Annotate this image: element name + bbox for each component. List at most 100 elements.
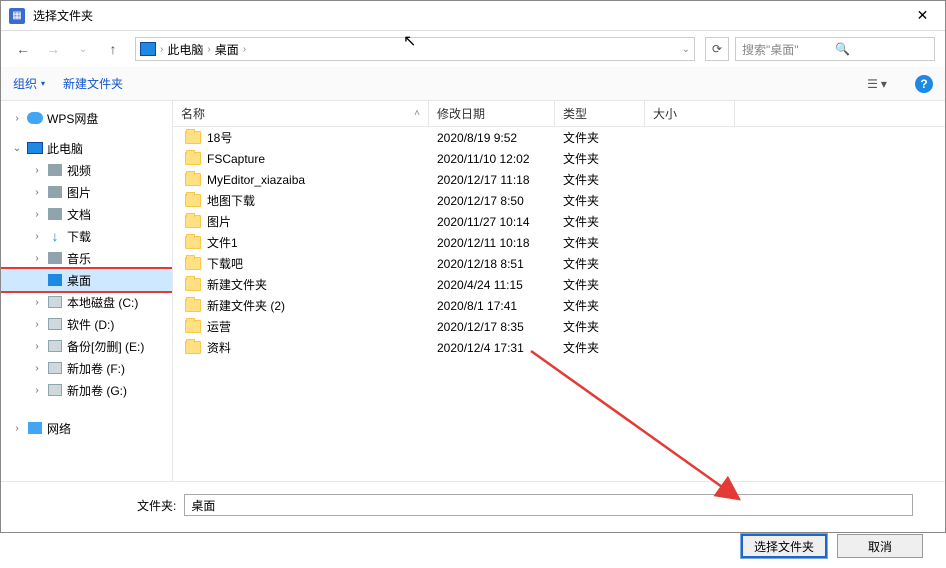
- file-type: 文件夹: [555, 297, 645, 314]
- sidebar-item-3[interactable]: › 图片: [1, 181, 172, 203]
- expander-icon[interactable]: ›: [31, 319, 43, 330]
- tree-icon: [47, 207, 63, 221]
- sidebar-item-2[interactable]: › 视频: [1, 159, 172, 181]
- close-button[interactable]: ✕: [900, 1, 945, 31]
- tree-label: 网络: [47, 420, 71, 437]
- sidebar-item-11[interactable]: › 新加卷 (F:): [1, 357, 172, 379]
- sidebar-item-0[interactable]: › WPS网盘: [1, 107, 172, 129]
- search-input[interactable]: 搜索"桌面" 🔍: [735, 37, 935, 61]
- tree-icon: [47, 295, 63, 309]
- sidebar-item-12[interactable]: ›新加卷 (G:): [1, 379, 172, 401]
- file-date: 2020/11/10 12:02: [429, 152, 555, 166]
- file-date: 2020/12/17 8:50: [429, 194, 555, 208]
- tree-label: 备份[勿删] (E:): [67, 338, 144, 355]
- back-button[interactable]: ←: [11, 37, 35, 61]
- tree-label: WPS网盘: [47, 110, 98, 127]
- search-icon: 🔍: [835, 42, 928, 56]
- forward-button[interactable]: →: [41, 37, 65, 61]
- column-size[interactable]: 大小: [645, 101, 735, 126]
- file-list: 名称 ˄ 修改日期 类型 大小 18号2020/8/19 9:52文件夹FSCa…: [173, 101, 945, 481]
- file-name: 下载吧: [207, 255, 243, 272]
- address-dropdown-icon[interactable]: ⌄: [682, 44, 690, 55]
- sidebar-item-7[interactable]: 桌面: [1, 269, 172, 291]
- up-button[interactable]: ↑: [101, 37, 125, 61]
- chevron-down-icon: ▾: [881, 77, 887, 91]
- select-folder-button[interactable]: 选择文件夹: [741, 534, 827, 558]
- column-name[interactable]: 名称 ˄: [173, 101, 429, 126]
- new-folder-button[interactable]: 新建文件夹: [63, 75, 123, 92]
- folder-icon: [185, 299, 201, 312]
- app-icon: ▦: [9, 8, 25, 24]
- column-date[interactable]: 修改日期: [429, 101, 555, 126]
- folder-name-input[interactable]: [184, 494, 913, 516]
- tree-label: 视频: [67, 162, 91, 179]
- folder-icon: [185, 131, 201, 144]
- file-name: 图片: [207, 213, 231, 230]
- sidebar-item-9[interactable]: ›软件 (D:): [1, 313, 172, 335]
- file-name: 18号: [207, 129, 232, 146]
- file-type: 文件夹: [555, 150, 645, 167]
- tree-icon: [47, 361, 63, 375]
- file-name: 运营: [207, 318, 231, 335]
- expander-icon[interactable]: ›: [31, 297, 43, 308]
- sidebar-item-6[interactable]: ›音乐: [1, 247, 172, 269]
- expander-icon[interactable]: ›: [31, 363, 43, 374]
- expander-icon[interactable]: ›: [11, 423, 23, 434]
- expander-icon[interactable]: ›: [31, 187, 43, 198]
- crumb-2[interactable]: 桌面: [215, 41, 239, 58]
- file-type: 文件夹: [555, 234, 645, 251]
- tree-label: 新加卷 (F:): [67, 360, 125, 377]
- address-bar[interactable]: › 此电脑› 桌面› ⌄: [135, 37, 695, 61]
- help-button[interactable]: ?: [915, 75, 933, 93]
- cancel-button[interactable]: 取消: [837, 534, 923, 558]
- tree-icon: [47, 185, 63, 199]
- file-date: 2020/12/17 8:35: [429, 320, 555, 334]
- table-row[interactable]: 18号2020/8/19 9:52文件夹: [173, 127, 945, 148]
- expander-icon[interactable]: ›: [31, 341, 43, 352]
- file-type: 文件夹: [555, 129, 645, 146]
- table-row[interactable]: MyEditor_xiazaiba2020/12/17 11:18文件夹: [173, 169, 945, 190]
- navigation-tree: › WPS网盘 ⌄此电脑 › 视频 › 图片 ›文档›↓下载›音乐桌面 ›本地磁盘 (C:)›软…: [1, 101, 173, 481]
- expander-icon[interactable]: ›: [31, 385, 43, 396]
- folder-icon: [185, 278, 201, 291]
- sidebar-item-4[interactable]: ›文档: [1, 203, 172, 225]
- table-row[interactable]: FSCapture2020/11/10 12:02文件夹: [173, 148, 945, 169]
- table-row[interactable]: 图片2020/11/27 10:14文件夹: [173, 211, 945, 232]
- expander-icon[interactable]: ›: [31, 231, 43, 242]
- table-row[interactable]: 新建文件夹 (2)2020/8/1 17:41文件夹: [173, 295, 945, 316]
- tree-icon: [27, 421, 43, 435]
- table-row[interactable]: 运营 2020/12/17 8:35文件夹: [173, 316, 945, 337]
- table-row[interactable]: 新建文件夹2020/4/24 11:15文件夹: [173, 274, 945, 295]
- view-icon: ☰: [867, 77, 878, 91]
- sidebar-item-5[interactable]: ›↓下载: [1, 225, 172, 247]
- file-type: 文件夹: [555, 213, 645, 230]
- expander-icon[interactable]: ›: [31, 165, 43, 176]
- view-options-button[interactable]: ☰ ▾: [857, 73, 897, 95]
- tree-label: 桌面: [67, 272, 91, 289]
- file-type: 文件夹: [555, 318, 645, 335]
- expander-icon[interactable]: ›: [11, 113, 23, 124]
- tree-label: 图片: [67, 184, 91, 201]
- refresh-button[interactable]: ⟳: [705, 37, 729, 61]
- table-row[interactable]: 资料2020/12/4 17:31文件夹: [173, 337, 945, 358]
- folder-field-label: 文件夹:: [137, 497, 176, 514]
- table-row[interactable]: 地图下载2020/12/17 8:50文件夹: [173, 190, 945, 211]
- chevron-down-icon: ▾: [41, 79, 45, 88]
- tree-icon: [47, 339, 63, 353]
- tree-label: 下载: [67, 228, 91, 245]
- recent-dropdown[interactable]: ⌄: [71, 37, 95, 61]
- crumb-1[interactable]: 此电脑: [167, 41, 203, 58]
- expander-icon[interactable]: ›: [31, 253, 43, 264]
- organize-menu[interactable]: 组织 ▾: [13, 75, 45, 92]
- sidebar-item-13[interactable]: › 网络: [1, 417, 172, 439]
- column-type[interactable]: 类型: [555, 101, 645, 126]
- table-row[interactable]: 文件12020/12/11 10:18文件夹: [173, 232, 945, 253]
- sidebar-item-1[interactable]: ⌄此电脑: [1, 137, 172, 159]
- expander-icon[interactable]: ⌄: [11, 143, 23, 154]
- file-date: 2020/8/1 17:41: [429, 299, 555, 313]
- expander-icon[interactable]: ›: [31, 209, 43, 220]
- table-row[interactable]: 下载吧2020/12/18 8:51文件夹: [173, 253, 945, 274]
- sidebar-item-8[interactable]: ›本地磁盘 (C:): [1, 291, 172, 313]
- file-name: 资料: [207, 339, 231, 356]
- sidebar-item-10[interactable]: › 备份[勿删] (E:): [1, 335, 172, 357]
